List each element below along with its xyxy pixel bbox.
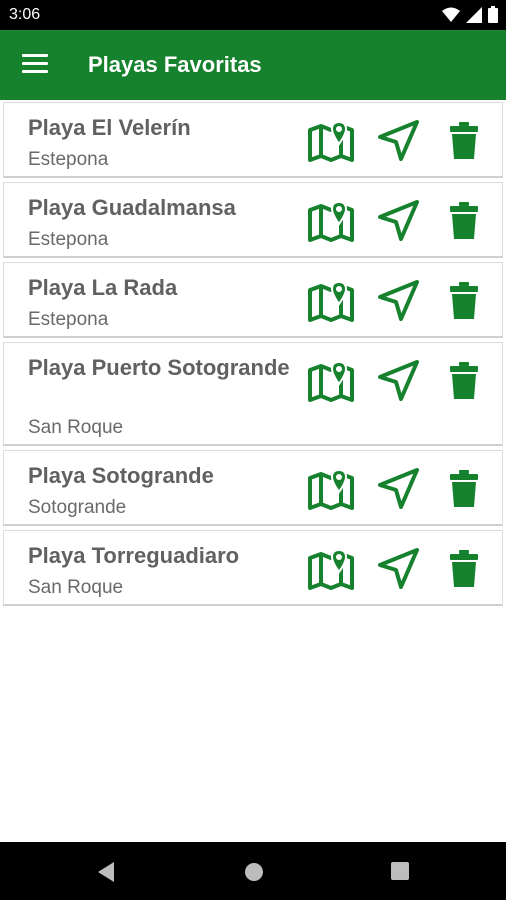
app-bar: Playas Favoritas xyxy=(0,30,506,100)
signal-icon xyxy=(466,6,482,23)
map-pin-icon[interactable] xyxy=(307,119,355,163)
beach-town: San Roque xyxy=(28,417,124,438)
navigation-arrow-icon[interactable] xyxy=(374,279,422,323)
list-item[interactable]: Playa El Velerín Estepona xyxy=(3,102,503,178)
status-time: 3:06 xyxy=(9,6,41,23)
list-item[interactable]: Playa Guadalmansa Estepona xyxy=(3,182,503,258)
list-item[interactable]: Playa Puerto Sotogrande San Roque xyxy=(3,342,503,446)
beach-town: Estepona xyxy=(28,309,109,330)
map-pin-icon[interactable] xyxy=(307,199,355,243)
navigation-arrow-icon[interactable] xyxy=(374,359,422,403)
beach-town: Estepona xyxy=(28,229,109,250)
beach-town: Estepona xyxy=(28,149,109,170)
beach-name: Playa Torreguadiaro xyxy=(28,543,240,568)
status-bar: 3:06 xyxy=(0,0,506,30)
navigation-arrow-icon[interactable] xyxy=(374,119,422,163)
beach-name: Playa La Rada xyxy=(28,275,178,300)
recents-icon[interactable] xyxy=(390,861,410,881)
home-icon[interactable] xyxy=(243,861,265,883)
map-pin-icon[interactable] xyxy=(307,547,355,591)
navigation-arrow-icon[interactable] xyxy=(374,547,422,591)
navigation-arrow-icon[interactable] xyxy=(374,467,422,511)
wifi-icon xyxy=(442,7,460,22)
map-pin-icon[interactable] xyxy=(307,359,355,403)
map-pin-icon[interactable] xyxy=(307,279,355,323)
beach-name: Playa Sotogrande xyxy=(28,463,214,488)
status-icons xyxy=(442,6,498,23)
list-item[interactable]: Playa La Rada Estepona xyxy=(3,262,503,338)
beach-name: Playa El Velerín xyxy=(28,115,191,140)
navigation-arrow-icon[interactable] xyxy=(374,199,422,243)
battery-icon xyxy=(488,6,498,23)
back-icon[interactable] xyxy=(96,861,116,883)
beach-town: Sotogrande xyxy=(28,497,127,518)
list-item[interactable]: Playa Sotogrande Sotogrande xyxy=(3,450,503,526)
list-item[interactable]: Playa Torreguadiaro San Roque xyxy=(3,530,503,606)
map-pin-icon[interactable] xyxy=(307,467,355,511)
menu-icon[interactable] xyxy=(22,54,48,74)
beach-name: Playa Puerto Sotogrande xyxy=(28,355,290,380)
beach-name: Playa Guadalmansa xyxy=(28,195,236,220)
trash-icon[interactable] xyxy=(440,279,488,323)
trash-icon[interactable] xyxy=(440,199,488,243)
trash-icon[interactable] xyxy=(440,119,488,163)
beach-town: San Roque xyxy=(28,577,124,598)
trash-icon[interactable] xyxy=(440,467,488,511)
system-nav-bar xyxy=(0,842,506,900)
trash-icon[interactable] xyxy=(440,359,488,403)
trash-icon[interactable] xyxy=(440,547,488,591)
page-title: Playas Favoritas xyxy=(88,52,262,77)
